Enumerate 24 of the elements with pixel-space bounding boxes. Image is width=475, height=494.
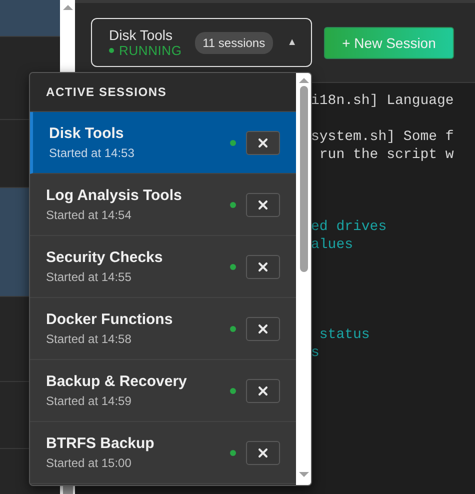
session-start-time: Started at 14:55 [46, 270, 132, 284]
session-name: Security Checks [46, 249, 164, 266]
terminal-line: s [311, 345, 320, 361]
terminal-line: i18n.sh] Language [311, 93, 454, 109]
session-name: Log Analysis Tools [46, 187, 183, 204]
session-name: BTRFS Backup [46, 435, 156, 452]
dropdown-title: ACTIVE SESSIONS [46, 85, 167, 99]
session-name: Backup & Recovery [46, 373, 188, 390]
terminal-line: run the script w [318, 147, 454, 163]
session-start-time: Started at 14:53 [49, 146, 136, 160]
terminal-line: alues [311, 237, 354, 253]
session-name: Disk Tools [49, 125, 125, 142]
caret: ▲ [287, 37, 297, 48]
session-count: 11 sessions [194, 32, 274, 54]
session-name: Docker Functions [46, 311, 174, 328]
terminal-line: system.sh] Some f [311, 129, 454, 145]
session-start-time: Started at 14:54 [46, 208, 132, 222]
session-name: Disk Tools [109, 27, 173, 43]
terminal-line: ed drives [311, 219, 387, 235]
session-start-time: Started at 14:59 [46, 394, 132, 408]
terminal-line: status [318, 327, 370, 343]
session-status: RUNNING [119, 43, 182, 58]
session-start-time: Started at 15:00 [46, 456, 132, 470]
session-start-time: Started at 14:58 [46, 332, 132, 346]
